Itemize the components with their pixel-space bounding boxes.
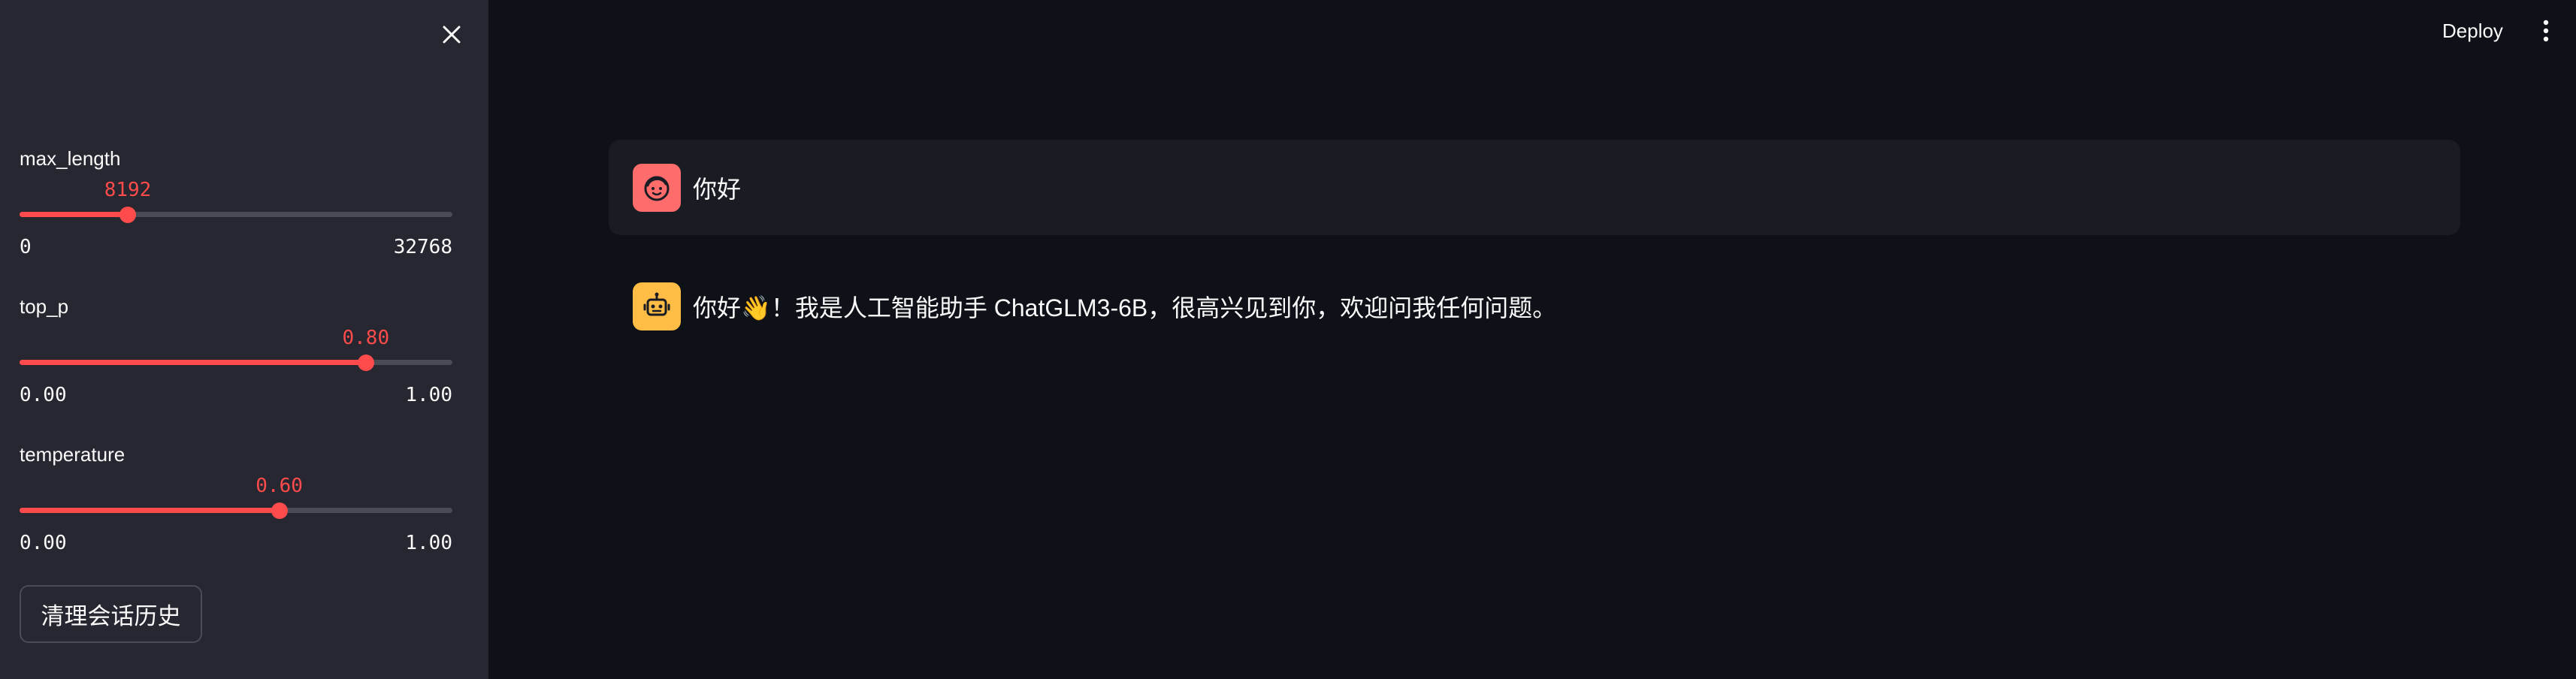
close-sidebar-button[interactable] bbox=[433, 20, 470, 50]
top-p-slider: top_p 0.80 0.00 1.00 bbox=[20, 295, 452, 423]
kebab-menu-icon bbox=[2543, 20, 2549, 42]
slider-min: 0.00 bbox=[20, 532, 67, 554]
message-text: 你好 bbox=[693, 175, 742, 203]
app-root: max_length 8192 0 32768 top_p 0.80 0.00 … bbox=[0, 0, 2576, 679]
user-face-icon bbox=[644, 176, 670, 201]
slider-label: temperature bbox=[20, 443, 125, 466]
slider-thumb[interactable] bbox=[271, 502, 288, 519]
chat-message-assistant: 你好👋！我是人工智能助手 ChatGLM3-6B，很高兴见到你，欢迎问我任何问题… bbox=[609, 258, 2460, 354]
robot-icon bbox=[643, 292, 670, 315]
assistant-avatar bbox=[633, 282, 681, 330]
user-avatar bbox=[633, 163, 681, 212]
temperature-slider: temperature 0.60 0.00 1.00 bbox=[20, 443, 452, 571]
slider-max: 1.00 bbox=[405, 532, 452, 554]
slider-fill bbox=[20, 360, 366, 365]
slider-thumb[interactable] bbox=[119, 207, 136, 223]
slider-value: 8192 bbox=[104, 179, 152, 201]
chat-message-user: 你好 bbox=[609, 140, 2460, 235]
slider-value: 0.60 bbox=[255, 475, 303, 497]
sidebar: max_length 8192 0 32768 top_p 0.80 0.00 … bbox=[0, 0, 488, 679]
slider-track[interactable] bbox=[20, 212, 452, 217]
deploy-button[interactable]: Deploy bbox=[2435, 15, 2511, 47]
slider-fill bbox=[20, 212, 128, 217]
slider-min: 0 bbox=[20, 236, 32, 258]
max-length-slider: max_length 8192 0 32768 bbox=[20, 147, 452, 275]
slider-label: top_p bbox=[20, 295, 69, 318]
message-text: 你好👋！我是人工智能助手 ChatGLM3-6B，很高兴见到你，欢迎问我任何问题… bbox=[693, 294, 1557, 321]
slider-max: 32768 bbox=[393, 236, 452, 258]
slider-min: 0.00 bbox=[20, 384, 67, 406]
slider-track[interactable] bbox=[20, 360, 452, 365]
slider-label: max_length bbox=[20, 147, 121, 170]
close-icon bbox=[443, 26, 461, 44]
slider-fill bbox=[20, 508, 280, 513]
slider-track[interactable] bbox=[20, 508, 452, 513]
slider-max: 1.00 bbox=[405, 384, 452, 406]
clear-history-button[interactable]: 清理会话历史 bbox=[20, 585, 202, 643]
slider-value: 0.80 bbox=[342, 327, 390, 349]
main-menu-button[interactable] bbox=[2532, 15, 2559, 47]
slider-thumb[interactable] bbox=[357, 355, 374, 371]
